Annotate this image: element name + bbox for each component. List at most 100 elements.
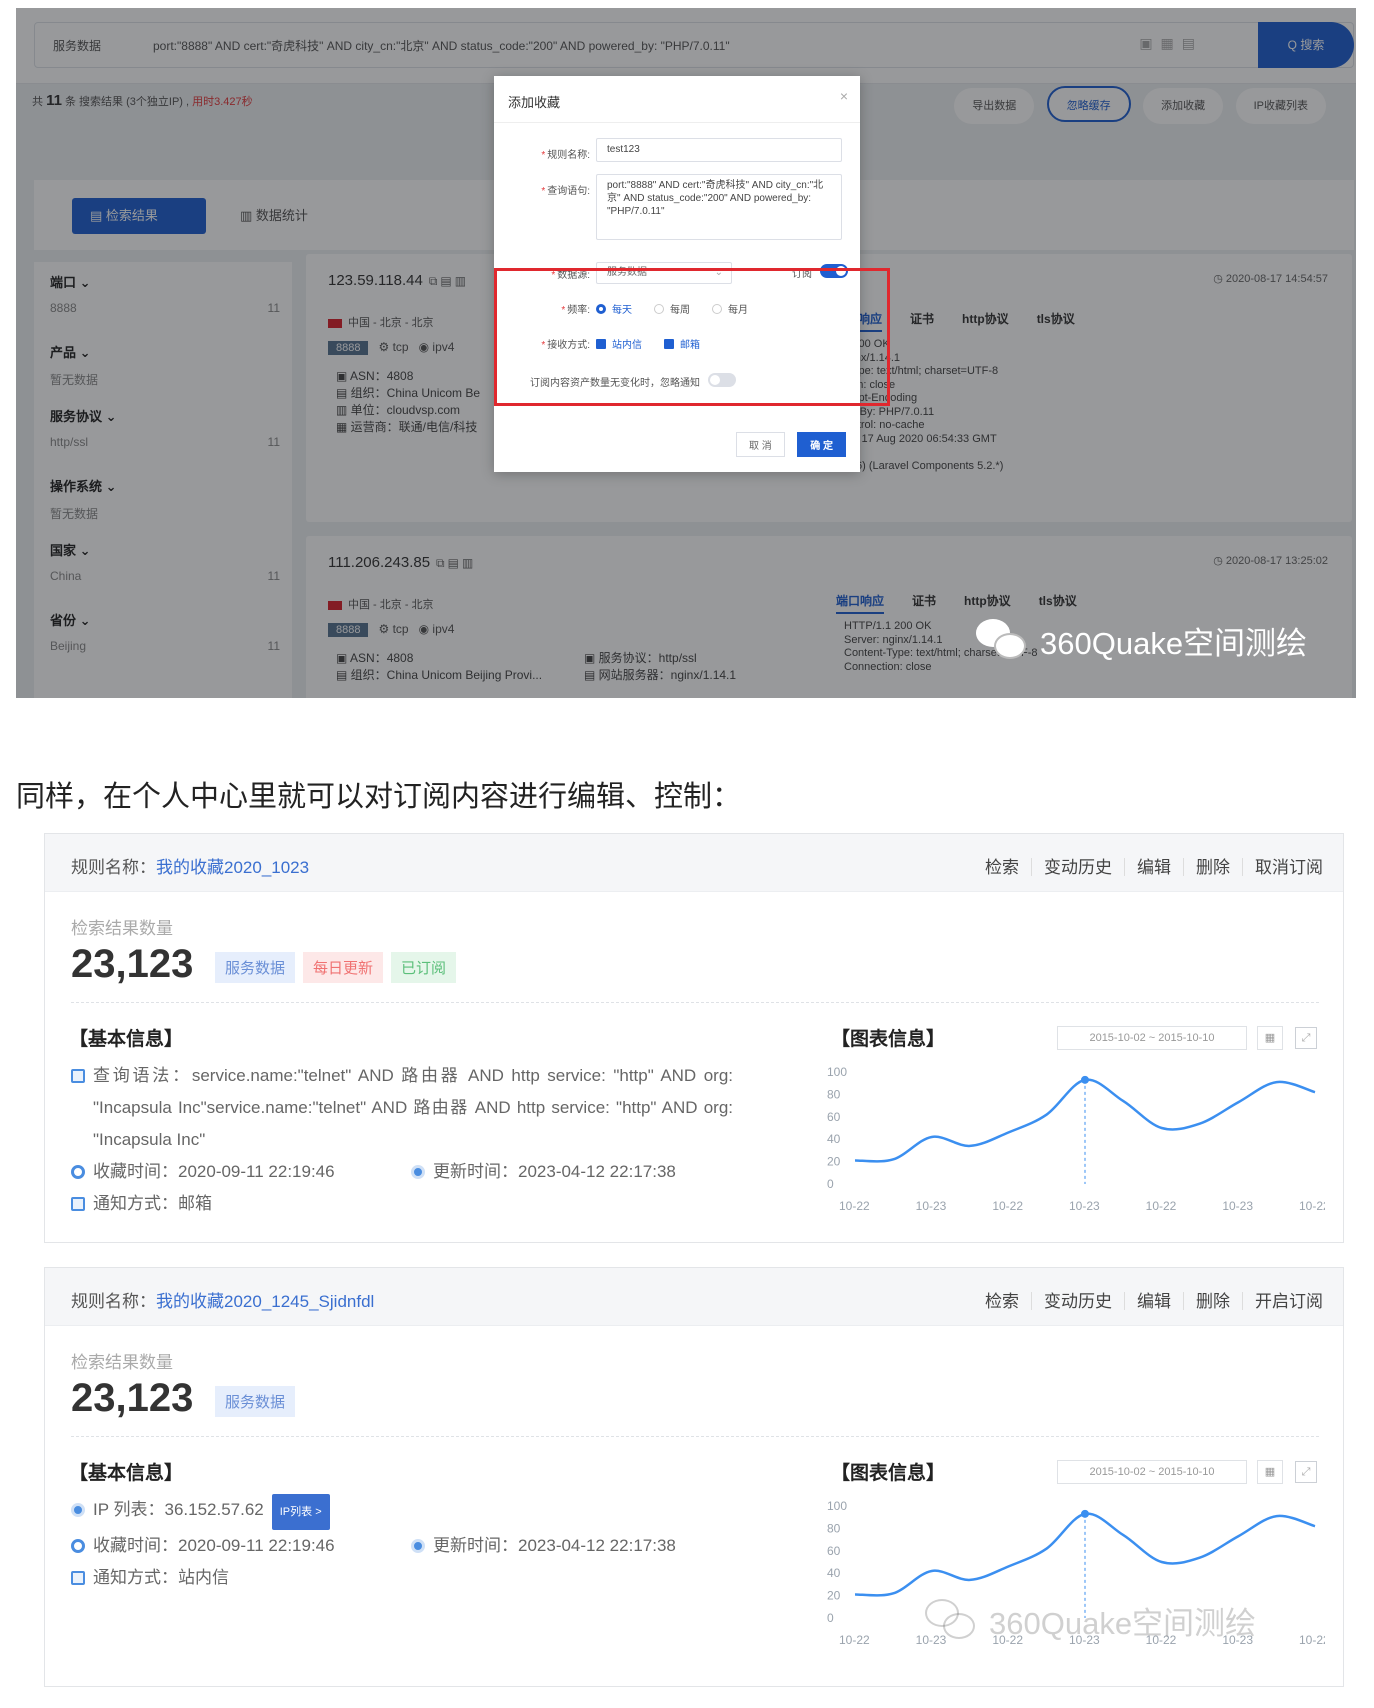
chart-info-title: 【图表信息】: [831, 1463, 946, 1484]
ip-list-row: IP 列表： 36.152.57.62 IP列表 >: [71, 1494, 771, 1530]
result-count: 23,123: [71, 942, 194, 986]
rule-card: 规则名称：我的收藏2020_1023 检索 变动历史 编辑 删除 取消订阅 检索结果数量…: [44, 833, 1344, 1243]
x-tick-label: 10-22: [839, 1633, 870, 1647]
y-tick-label: 80: [827, 1521, 841, 1535]
unsubscribe-button[interactable]: 取消订阅: [1255, 858, 1323, 877]
x-tick-label: 10-22: [1146, 1199, 1177, 1213]
edit-button[interactable]: 编辑: [1137, 858, 1171, 877]
rule-actions: 检索 变动历史 编辑 删除 取消订阅: [985, 853, 1323, 878]
basic-info: 查询语法：service.name:"telnet" AND 路由器 AND h…: [71, 1060, 771, 1220]
time-row: 收藏时间： 2020-09-11 22:19:46 更新时间： 2023-04-12…: [71, 1156, 771, 1188]
confirm-button[interactable]: 确 定: [797, 432, 846, 457]
rule-card: 规则名称：我的收藏2020_1245_Sjidnfdl 检索 变动历史 编辑 删除 开启…: [44, 1267, 1344, 1687]
watermark: 360Quake空间测绘: [976, 618, 1307, 663]
clock-icon: [71, 1165, 85, 1179]
delete-button[interactable]: 删除: [1196, 858, 1230, 877]
x-tick-label: 10-22: [992, 1199, 1023, 1213]
rule-actions: 检索 变动历史 编辑 删除 开启订阅: [985, 1287, 1323, 1312]
favorite-time: 2020-09-11 22:19:46: [178, 1536, 335, 1555]
dashed-divider: [71, 1002, 1319, 1003]
cancel-button[interactable]: 取 消: [735, 432, 785, 457]
update-icon: [411, 1165, 425, 1179]
caption-text: 同样，在个人中心里就可以对订阅内容进行编辑、控制：: [16, 781, 742, 813]
notify-row: 通知方式： 邮箱: [71, 1188, 771, 1220]
modal-title: 添加收藏: [508, 95, 561, 110]
highlight-point: [1081, 1075, 1089, 1084]
x-tick-label: 10-22: [1299, 1633, 1325, 1647]
wechat-icon: [976, 618, 1028, 663]
result-count: 23,123: [71, 1376, 194, 1420]
highlight-box: [494, 268, 890, 406]
date-range-input[interactable]: 2015-10-02 ~ 2015-10-10: [1057, 1460, 1247, 1484]
trend-chart[interactable]: 100 80 60 40 20 0 10-22 10-23 10-22 10-23 10-22 10-…: [815, 1060, 1325, 1230]
status-badge: 每日更新: [303, 952, 384, 983]
notify-method: 邮箱: [178, 1194, 212, 1213]
delete-button[interactable]: 删除: [1196, 1292, 1230, 1311]
rule-title: 规则名称：我的收藏2020_1023: [71, 858, 310, 877]
update-time: 2023-04-12 22:17:38: [518, 1536, 676, 1555]
result-count-label: 检索结果数量: [71, 919, 173, 938]
x-tick-label: 10-22: [1299, 1199, 1325, 1213]
favorite-time: 2020-09-11 22:19:46: [178, 1162, 335, 1181]
history-button[interactable]: 变动历史: [1044, 858, 1112, 877]
y-tick-label: 60: [827, 1110, 841, 1124]
search-button[interactable]: 检索: [985, 1292, 1019, 1311]
y-tick-label: 60: [827, 1544, 841, 1558]
subscribe-button[interactable]: 开启订阅: [1255, 1292, 1323, 1311]
rule-header: 规则名称：我的收藏2020_1245_Sjidnfdl 检索 变动历史 编辑 删除 开启…: [45, 1268, 1343, 1326]
x-tick-label: 10-23: [916, 1199, 947, 1213]
modal-footer: 取 消 确 定: [728, 432, 846, 457]
highlight-point: [1081, 1509, 1089, 1518]
rule-header: 规则名称：我的收藏2020_1023 检索 变动历史 编辑 删除 取消订阅: [45, 834, 1343, 892]
y-tick-label: 40: [827, 1132, 841, 1146]
query-textarea[interactable]: port:"8888" AND cert:"奇虎科技" AND city_cn:…: [596, 174, 842, 240]
close-icon[interactable]: ×: [840, 88, 848, 104]
query-label: * 查询语句:: [541, 186, 590, 197]
y-tick-label: 0: [827, 1177, 834, 1191]
rule-name-input[interactable]: test123: [596, 138, 842, 162]
date-range-input[interactable]: 2015-10-02 ~ 2015-10-10: [1057, 1026, 1247, 1050]
basic-info-title: 【基本信息】: [69, 1029, 184, 1050]
expand-icon[interactable]: ⤢: [1295, 1461, 1317, 1483]
calendar-icon[interactable]: ▦: [1257, 1026, 1283, 1050]
ip-icon: [71, 1503, 85, 1517]
y-tick-label: 40: [827, 1566, 841, 1580]
ip-list-button[interactable]: IP列表 >: [271, 1494, 330, 1530]
notify-row: 通知方式： 站内信: [71, 1562, 771, 1594]
notify-method: 站内信: [178, 1568, 229, 1587]
y-tick-label: 20: [827, 1155, 841, 1169]
ip-value: 36.152.57.62: [164, 1500, 264, 1519]
badge-group: 服务数据: [215, 1386, 303, 1417]
basic-info: IP 列表： 36.152.57.62 IP列表 > 收藏时间： 2020-09-11…: [71, 1494, 771, 1594]
y-tick-label: 80: [827, 1087, 841, 1101]
wechat-icon: [925, 1598, 977, 1643]
update-icon: [411, 1539, 425, 1553]
x-tick-label: 10-23: [1069, 1199, 1100, 1213]
y-tick-label: 100: [827, 1065, 847, 1079]
x-tick-label: 10-23: [1222, 1199, 1253, 1213]
rule-title: 规则名称：我的收藏2020_1245_Sjidnfdl: [71, 1292, 375, 1311]
rule-name-label: * 规则名称:: [541, 150, 590, 161]
expand-icon[interactable]: ⤢: [1295, 1027, 1317, 1049]
basic-info-title: 【基本信息】: [69, 1463, 184, 1484]
search-button[interactable]: 检索: [985, 858, 1019, 877]
x-tick-label: 10-22: [839, 1199, 870, 1213]
quake-screenshot: 服务数据 port:"8888" AND cert:"奇虎科技" AND cit…: [16, 8, 1356, 698]
status-badge: 服务数据: [215, 952, 296, 983]
status-badge: 服务数据: [215, 1386, 296, 1417]
y-tick-label: 0: [827, 1611, 834, 1625]
mail-icon: [71, 1197, 85, 1211]
mail-icon: [71, 1571, 85, 1585]
rule-name-link[interactable]: 我的收藏2020_1245_Sjidnfdl: [156, 1292, 374, 1311]
edit-button[interactable]: 编辑: [1137, 1292, 1171, 1311]
badge-group: 服务数据 每日更新 已订阅: [215, 952, 464, 983]
modal-divider: [494, 122, 860, 123]
rule-name-link[interactable]: 我的收藏2020_1023: [156, 858, 309, 877]
result-count-label: 检索结果数量: [71, 1353, 173, 1372]
dashed-divider: [71, 1436, 1319, 1437]
watermark: 360Quake空间测绘: [925, 1598, 1256, 1643]
calendar-icon[interactable]: ▦: [1257, 1460, 1283, 1484]
y-tick-label: 100: [827, 1499, 847, 1513]
history-button[interactable]: 变动历史: [1044, 1292, 1112, 1311]
chart-info-title: 【图表信息】: [831, 1029, 946, 1050]
